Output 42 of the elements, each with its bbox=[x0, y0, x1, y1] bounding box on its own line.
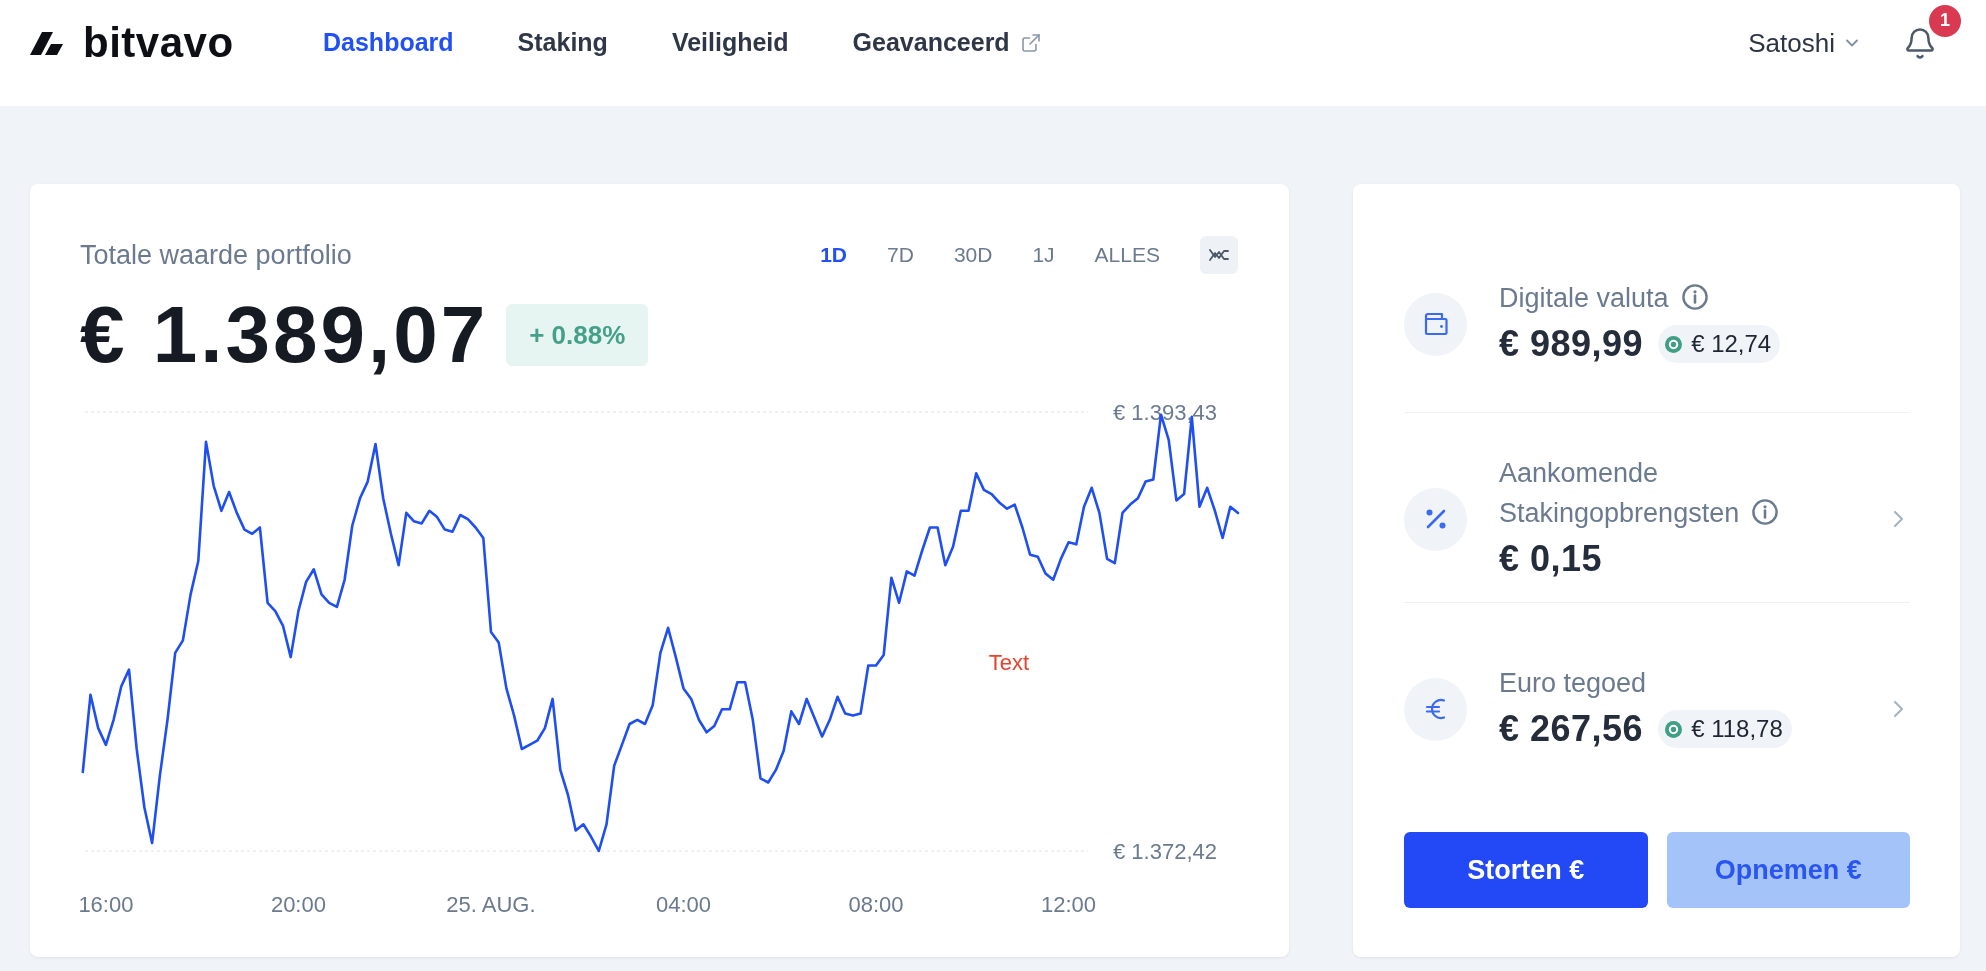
notification-count: 1 bbox=[1929, 4, 1961, 37]
time-range-tab[interactable]: ALLES bbox=[1094, 239, 1160, 271]
balance-amount: € 267,56 bbox=[1499, 707, 1644, 751]
staking-amount: € 12,74 bbox=[1691, 329, 1772, 359]
x-axis-label: 12:00 bbox=[1041, 891, 1097, 917]
notifications-button[interactable] bbox=[1906, 27, 1934, 59]
action-button[interactable]: Opnemen € bbox=[1666, 832, 1910, 908]
portfolio-title: Totale waarde portfolio bbox=[80, 238, 352, 272]
time-range-tab[interactable]: 1J bbox=[1032, 239, 1055, 271]
x-axis-label: 25. AUG. bbox=[446, 891, 536, 917]
balance-label: Aankomende Stakingopbrengsten bbox=[1499, 458, 1740, 528]
staking-ring-icon bbox=[1665, 335, 1683, 353]
nav-link[interactable]: Veiligheid bbox=[671, 24, 789, 62]
time-range-tab[interactable]: 7D bbox=[887, 239, 914, 271]
nav-link[interactable]: Geavanceerd bbox=[852, 24, 1040, 62]
logo-wordmark[interactable]: bitvavo bbox=[83, 22, 234, 64]
chart-toggle-button[interactable] bbox=[1200, 236, 1238, 274]
annotation-text: Text bbox=[988, 649, 1030, 675]
action-button[interactable]: Storten € bbox=[1404, 832, 1648, 908]
balance-label: Digitale valuta bbox=[1499, 283, 1669, 313]
nav-link[interactable]: Dashboard bbox=[323, 24, 454, 62]
balance-amount: € 989,99 bbox=[1499, 322, 1644, 366]
balance-label: Euro tegoed bbox=[1499, 668, 1647, 698]
chevron-down-icon bbox=[1846, 39, 1858, 47]
staking-amount: € 118,78 bbox=[1691, 714, 1783, 744]
info-icon[interactable] bbox=[1681, 284, 1708, 311]
y-axis-label: € 1.393,43 bbox=[1113, 399, 1217, 425]
x-axis-label: 16:00 bbox=[78, 891, 134, 917]
balance-amount: € 0,15 bbox=[1499, 537, 1603, 581]
y-axis-label: € 1.372,42 bbox=[1113, 838, 1217, 864]
time-range-tab[interactable]: 1D bbox=[820, 239, 848, 271]
x-axis-label: 20:00 bbox=[270, 891, 326, 917]
info-icon[interactable] bbox=[1752, 499, 1779, 526]
x-axis-label: 04:00 bbox=[655, 891, 712, 917]
time-range-tab[interactable]: 30D bbox=[953, 239, 993, 271]
crossing-lines-icon bbox=[1209, 247, 1229, 263]
staking-ring-icon bbox=[1665, 720, 1683, 738]
user-menu-button[interactable]: Satoshi bbox=[1748, 23, 1858, 63]
change-percentage: + 0.88% bbox=[506, 304, 649, 366]
x-axis-label: 08:00 bbox=[848, 891, 904, 917]
nav-link[interactable]: Staking bbox=[517, 24, 608, 62]
bell-icon bbox=[1906, 27, 1934, 59]
